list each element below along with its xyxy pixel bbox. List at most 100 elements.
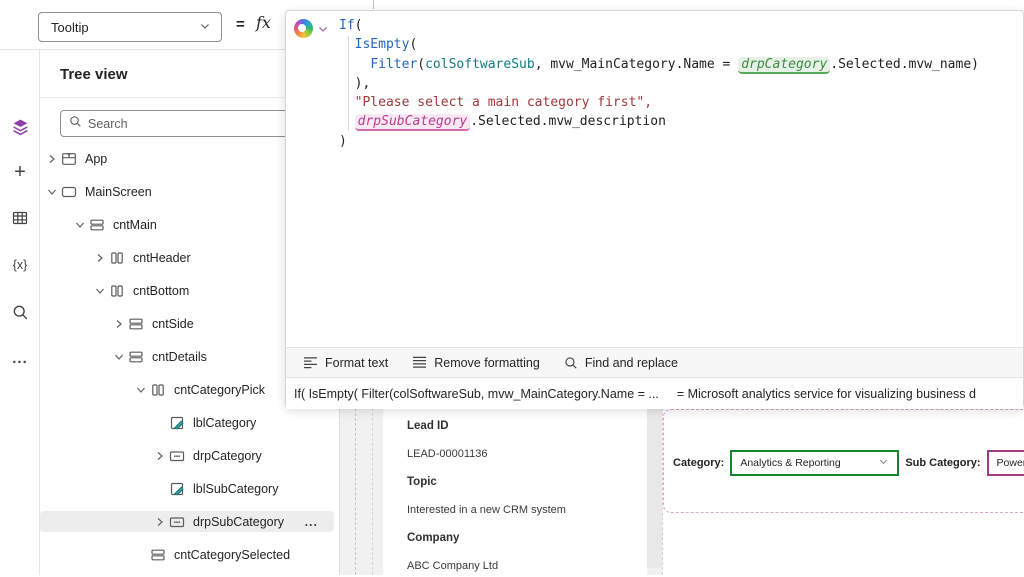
dropdown-icon bbox=[169, 448, 185, 464]
tree-view-title: Tree view bbox=[60, 66, 128, 83]
property-bar: Tooltip = fx bbox=[0, 0, 285, 50]
container-dashed-edge bbox=[355, 408, 356, 575]
hcontainer-icon bbox=[150, 382, 166, 398]
code-line: If( bbox=[339, 16, 1019, 35]
remove-formatting-label: Remove formatting bbox=[434, 356, 540, 370]
chevron-right-icon[interactable] bbox=[44, 153, 59, 165]
tree-item-lblSubCategory[interactable]: lblSubCategory bbox=[40, 478, 339, 499]
label-icon bbox=[169, 481, 185, 497]
vcontainer-icon bbox=[89, 217, 105, 233]
vcontainer-icon bbox=[128, 349, 144, 365]
property-dropdown-value: Tooltip bbox=[51, 20, 199, 35]
tree-item-label: cntMain bbox=[113, 218, 157, 232]
more-options-icon[interactable]: ... bbox=[305, 515, 318, 529]
formula-result-bar: If( IsEmpty( Filter(colSoftwareSub, mvw_… bbox=[286, 379, 1023, 409]
chevron-down-icon bbox=[199, 20, 211, 35]
hcontainer-icon bbox=[109, 250, 125, 266]
code-line: Filter(colSoftwareSub, mvw_MainCategory.… bbox=[339, 55, 1019, 74]
category-label: Category: bbox=[673, 457, 724, 469]
code-line: ) bbox=[339, 132, 1019, 151]
tree-item-label: App bbox=[85, 152, 107, 166]
result-value-text: = Microsoft analytics service for visual… bbox=[677, 387, 976, 401]
chevron-right-icon[interactable] bbox=[111, 318, 126, 330]
format-text-label: Format text bbox=[325, 356, 388, 370]
hcontainer-icon bbox=[109, 283, 125, 299]
search-icon bbox=[69, 115, 82, 133]
field-value: LEAD-00001136 bbox=[407, 448, 647, 462]
screen-icon bbox=[61, 184, 77, 200]
tree-item-label: cntCategorySelected bbox=[174, 548, 290, 562]
tree-item-lblCategory[interactable]: lblCategory bbox=[40, 412, 339, 433]
search-input[interactable] bbox=[88, 117, 291, 131]
top-cropped-divider bbox=[373, 0, 374, 9]
tree-view-icon[interactable] bbox=[0, 111, 40, 143]
copilot-icon bbox=[294, 19, 313, 38]
variables-icon[interactable]: {x} bbox=[0, 249, 40, 281]
formula-code-editor[interactable]: If( IsEmpty( Filter(colSoftwareSub, mvw_… bbox=[339, 16, 1019, 151]
chevron-down-icon[interactable] bbox=[92, 285, 107, 297]
category-pick-container[interactable]: Category: Analytics & Reporting Sub Cate… bbox=[663, 409, 1024, 513]
subcategory-dropdown[interactable]: Power BI bbox=[987, 450, 1024, 476]
tree-item-label: lblCategory bbox=[193, 416, 256, 430]
find-replace-label: Find and replace bbox=[585, 356, 678, 370]
insert-plus-icon[interactable]: + bbox=[0, 156, 40, 188]
tree-item-drpCategory[interactable]: drpCategory bbox=[40, 445, 339, 466]
field-label: Topic bbox=[407, 476, 647, 490]
dropdown-icon bbox=[169, 514, 185, 530]
chevron-down-icon[interactable] bbox=[111, 351, 126, 363]
chevron-right-icon[interactable] bbox=[152, 516, 167, 528]
category-row: Category: Analytics & Reporting Sub Cate… bbox=[673, 448, 1024, 478]
chevron-right-icon[interactable] bbox=[92, 252, 107, 264]
chevron-down-icon bbox=[317, 23, 329, 35]
tree-item-label: lblSubCategory bbox=[193, 482, 278, 496]
chevron-none-icon bbox=[152, 417, 167, 429]
app-icon bbox=[61, 151, 77, 167]
chevron-down-icon[interactable] bbox=[72, 219, 87, 231]
tree-item-label: cntBottom bbox=[133, 284, 189, 298]
field-value: Interested in a new CRM system bbox=[407, 504, 647, 518]
tree-item-label: drpCategory bbox=[193, 449, 262, 463]
category-dropdown-value: Analytics & Reporting bbox=[740, 457, 840, 469]
field-value: ABC Company Ltd bbox=[407, 560, 647, 574]
chevron-none-icon bbox=[133, 549, 148, 561]
fx-icon: fx bbox=[256, 13, 271, 32]
field-label: Lead ID bbox=[407, 420, 647, 434]
find-replace-button[interactable]: Find and replace bbox=[555, 351, 687, 375]
app-authoring-rail: + {x} ... bbox=[0, 50, 40, 575]
tree-search-box[interactable] bbox=[60, 110, 300, 137]
vcontainer-icon bbox=[150, 547, 166, 563]
chevron-down-icon[interactable] bbox=[44, 186, 59, 198]
tree-item-cntCategorySelected[interactable]: cntCategorySelected bbox=[40, 544, 339, 565]
lead-details-panel[interactable]: Lead ID LEAD-00001136 Topic Interested in a… bbox=[383, 408, 647, 575]
tree-item-drpSubCategory[interactable]: drpSubCategory... bbox=[40, 511, 334, 532]
remove-formatting-icon bbox=[412, 356, 427, 369]
tree-item-label: MainScreen bbox=[85, 185, 152, 199]
code-line: drpSubCategory.Selected.mvw_description bbox=[339, 112, 1019, 131]
search-icon[interactable] bbox=[0, 296, 40, 328]
category-dropdown[interactable]: Analytics & Reporting bbox=[730, 450, 899, 476]
formula-toolbar: Format text Remove formatting Find and r… bbox=[286, 347, 1023, 378]
format-text-button[interactable]: Format text bbox=[294, 351, 397, 375]
chevron-down-icon bbox=[878, 456, 889, 470]
remove-formatting-button[interactable]: Remove formatting bbox=[403, 351, 549, 375]
tree-item-label: cntDetails bbox=[152, 350, 207, 364]
chevron-right-icon[interactable] bbox=[152, 450, 167, 462]
data-table-icon[interactable] bbox=[0, 202, 40, 234]
result-formula-text: If( IsEmpty( Filter(colSoftwareSub, mvw_… bbox=[294, 387, 659, 401]
chevron-down-icon[interactable] bbox=[133, 384, 148, 396]
vcontainer-icon bbox=[128, 316, 144, 332]
subcategory-label: Sub Category: bbox=[905, 457, 980, 469]
format-text-icon bbox=[303, 356, 318, 369]
app-canvas[interactable]: Lead ID LEAD-00001136 Topic Interested in a… bbox=[340, 408, 1024, 575]
property-dropdown[interactable]: Tooltip bbox=[38, 12, 222, 42]
tree-item-label: cntSide bbox=[152, 317, 194, 331]
chevron-none-icon bbox=[152, 483, 167, 495]
copilot-button[interactable] bbox=[294, 19, 329, 38]
field-label: Company bbox=[407, 532, 647, 546]
equals-sign: = bbox=[236, 16, 245, 33]
more-options-icon[interactable]: ... bbox=[0, 342, 40, 374]
panel-gap bbox=[647, 408, 662, 568]
subcategory-dropdown-value: Power BI bbox=[997, 457, 1024, 469]
code-line: IsEmpty( bbox=[339, 35, 1019, 54]
formula-editor-panel: If( IsEmpty( Filter(colSoftwareSub, mvw_… bbox=[285, 10, 1024, 408]
